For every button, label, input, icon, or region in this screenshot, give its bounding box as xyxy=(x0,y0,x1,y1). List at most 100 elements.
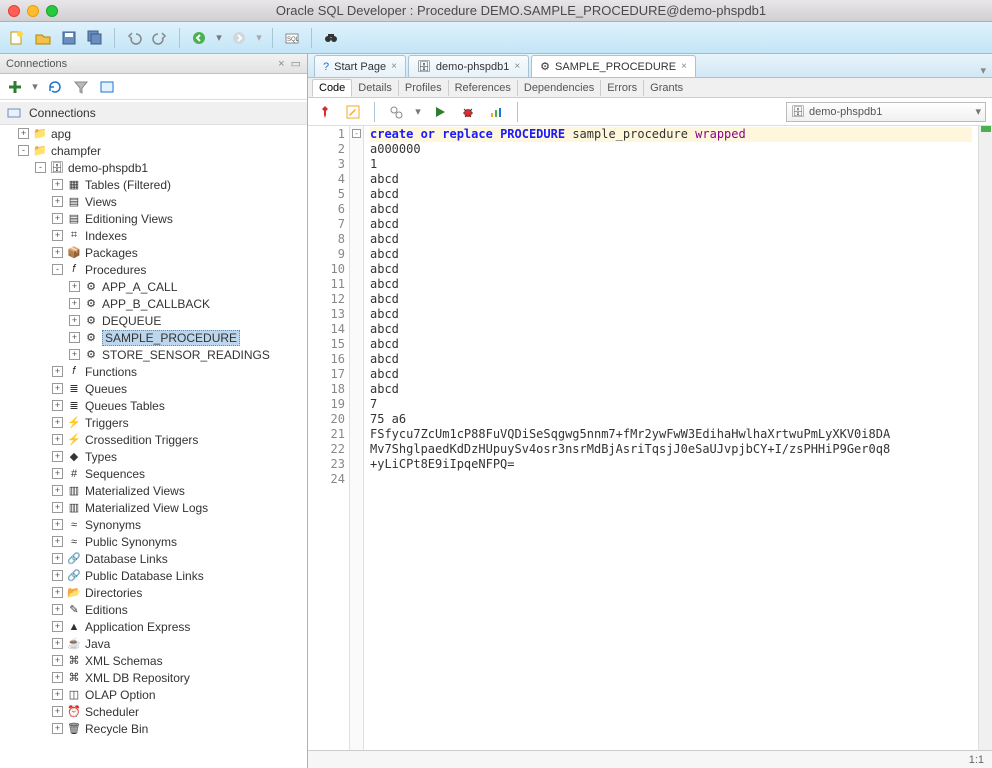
binoculars-icon[interactable] xyxy=(320,27,342,49)
tree-node-packages[interactable]: +📦Packages xyxy=(0,244,307,261)
tree-toggle-icon[interactable]: + xyxy=(52,196,63,207)
tabs-overflow-icon[interactable]: ▾ xyxy=(980,64,986,77)
gears-drop-icon[interactable]: ▾ xyxy=(413,101,423,123)
tree-node-pubdblinks[interactable]: +🔗Public Database Links xyxy=(0,567,307,584)
tree-toggle-icon[interactable]: + xyxy=(52,689,63,700)
tree-node-crosstriggers[interactable]: +⚡Crossedition Triggers xyxy=(0,431,307,448)
save-all-icon[interactable] xyxy=(84,27,106,49)
tab-connection[interactable]: 🗄demo-phspdb1× xyxy=(408,55,529,77)
tree-node-directories[interactable]: +📂Directories xyxy=(0,584,307,601)
tree-toggle-icon[interactable]: + xyxy=(69,349,80,360)
tree-node-recyclebin[interactable]: +🗑Recycle Bin xyxy=(0,720,307,737)
tree-toggle-icon[interactable]: + xyxy=(18,128,29,139)
tree-toggle-icon[interactable]: + xyxy=(52,553,63,564)
tree-toggle-icon[interactable]: + xyxy=(69,315,80,326)
tree-node-java[interactable]: +☕Java xyxy=(0,635,307,652)
subtab-grants[interactable]: Grants xyxy=(644,80,689,96)
save-icon[interactable] xyxy=(58,27,80,49)
tree-toggle-icon[interactable]: + xyxy=(52,621,63,632)
sql-worksheet-icon[interactable]: SQL xyxy=(281,27,303,49)
tree-toggle-icon[interactable]: + xyxy=(52,655,63,666)
tree-toggle-icon[interactable]: + xyxy=(52,706,63,717)
new-icon[interactable] xyxy=(6,27,28,49)
tree-toggle-icon[interactable]: - xyxy=(52,264,63,275)
close-window-button[interactable] xyxy=(8,5,20,17)
debug-icon[interactable] xyxy=(457,101,479,123)
run-icon[interactable] xyxy=(429,101,451,123)
tree-toggle-icon[interactable]: + xyxy=(69,332,80,343)
tree-node-olap[interactable]: +◫OLAP Option xyxy=(0,686,307,703)
redo-icon[interactable] xyxy=(149,27,171,49)
tree-toggle-icon[interactable]: + xyxy=(52,366,63,377)
tree-toggle-icon[interactable]: + xyxy=(52,400,63,411)
tree-toggle-icon[interactable]: + xyxy=(52,570,63,581)
tree-node-apg[interactable]: +📁apg xyxy=(0,125,307,142)
subtab-code[interactable]: Code xyxy=(312,79,352,97)
tree-node-indexes[interactable]: +⌗Indexes xyxy=(0,227,307,244)
tree-node-queues[interactable]: +≣Queues xyxy=(0,380,307,397)
connection-selector[interactable]: 🗄 demo-phspdb1 ▾ xyxy=(786,102,986,122)
tree-toggle-icon[interactable]: + xyxy=(69,298,80,309)
code-editor[interactable]: 123456789101112131415161718192021222324 … xyxy=(308,126,978,750)
undo-icon[interactable] xyxy=(123,27,145,49)
tree-node-editions[interactable]: +✎Editions xyxy=(0,601,307,618)
edit-icon[interactable] xyxy=(342,101,364,123)
tree-toggle-icon[interactable]: + xyxy=(52,723,63,734)
fold-toggle-icon[interactable]: - xyxy=(352,129,361,138)
tree-toggle-icon[interactable]: - xyxy=(35,162,46,173)
back-icon[interactable] xyxy=(188,27,210,49)
forward-drop-icon[interactable]: ▾ xyxy=(254,27,264,49)
tree-node-pubsynonyms[interactable]: +≈Public Synonyms xyxy=(0,533,307,550)
open-icon[interactable] xyxy=(32,27,54,49)
close-tab-icon[interactable]: × xyxy=(514,61,520,72)
tns-icon[interactable] xyxy=(96,76,118,98)
tab-procedure[interactable]: ⚙SAMPLE_PROCEDURE× xyxy=(531,55,696,77)
tree-toggle-icon[interactable]: + xyxy=(52,451,63,462)
tree-node-types[interactable]: +◆Types xyxy=(0,448,307,465)
close-tab-icon[interactable]: × xyxy=(391,61,397,72)
tree-toggle-icon[interactable]: + xyxy=(52,536,63,547)
tree-node-p3[interactable]: +⚙DEQUEUE xyxy=(0,312,307,329)
tree-node-matviewlogs[interactable]: +▥Materialized View Logs xyxy=(0,499,307,516)
back-drop-icon[interactable]: ▾ xyxy=(214,27,224,49)
tree-toggle-icon[interactable]: + xyxy=(52,587,63,598)
tree-node-views[interactable]: +▤Views xyxy=(0,193,307,210)
tree-node-conn[interactable]: -🗄demo-phspdb1 xyxy=(0,159,307,176)
subtab-dependencies[interactable]: Dependencies xyxy=(518,80,601,96)
tree-node-p2[interactable]: +⚙APP_B_CALLBACK xyxy=(0,295,307,312)
zoom-window-button[interactable] xyxy=(46,5,58,17)
tree-toggle-icon[interactable]: + xyxy=(52,247,63,258)
tree-node-matviews[interactable]: +▥Materialized Views xyxy=(0,482,307,499)
tree-node-sequences[interactable]: +#Sequences xyxy=(0,465,307,482)
tree-node-champfer[interactable]: -📁champfer xyxy=(0,142,307,159)
tree-toggle-icon[interactable]: + xyxy=(52,213,63,224)
tree-toggle-icon[interactable]: + xyxy=(52,485,63,496)
code-text[interactable]: create or replace PROCEDURE sample_proce… xyxy=(364,126,978,750)
tree-node-apex[interactable]: +▲Application Express xyxy=(0,618,307,635)
panel-restore-icon[interactable]: ▭ xyxy=(291,57,301,70)
tree-toggle-icon[interactable]: + xyxy=(69,281,80,292)
tree-node-tables[interactable]: +▦Tables (Filtered) xyxy=(0,176,307,193)
tree-toggle-icon[interactable]: + xyxy=(52,434,63,445)
tree-node-procedures[interactable]: -𝑓Procedures xyxy=(0,261,307,278)
tree-toggle-icon[interactable]: + xyxy=(52,179,63,190)
tree-node-edviews[interactable]: +▤Editioning Views xyxy=(0,210,307,227)
close-tab-icon[interactable]: × xyxy=(681,61,687,72)
tree-toggle-icon[interactable]: + xyxy=(52,230,63,241)
panel-close-icon[interactable]: × xyxy=(278,58,284,70)
tree-node-queuestables[interactable]: +≣Queues Tables xyxy=(0,397,307,414)
tree-node-scheduler[interactable]: +⏰Scheduler xyxy=(0,703,307,720)
tree-node-triggers[interactable]: +⚡Triggers xyxy=(0,414,307,431)
profile-icon[interactable] xyxy=(485,101,507,123)
subtab-errors[interactable]: Errors xyxy=(601,80,644,96)
subtab-profiles[interactable]: Profiles xyxy=(399,80,449,96)
tab-start-page[interactable]: ?Start Page× xyxy=(314,55,406,77)
tree-node-dblinks[interactable]: +🔗Database Links xyxy=(0,550,307,567)
tree-node-xmldb[interactable]: +⌘XML DB Repository xyxy=(0,669,307,686)
tree-toggle-icon[interactable]: + xyxy=(52,468,63,479)
subtab-references[interactable]: References xyxy=(449,80,518,96)
connections-root[interactable]: Connections xyxy=(0,102,307,125)
refresh-connections-icon[interactable] xyxy=(44,76,66,98)
pin-icon[interactable] xyxy=(314,101,336,123)
forward-icon[interactable] xyxy=(228,27,250,49)
